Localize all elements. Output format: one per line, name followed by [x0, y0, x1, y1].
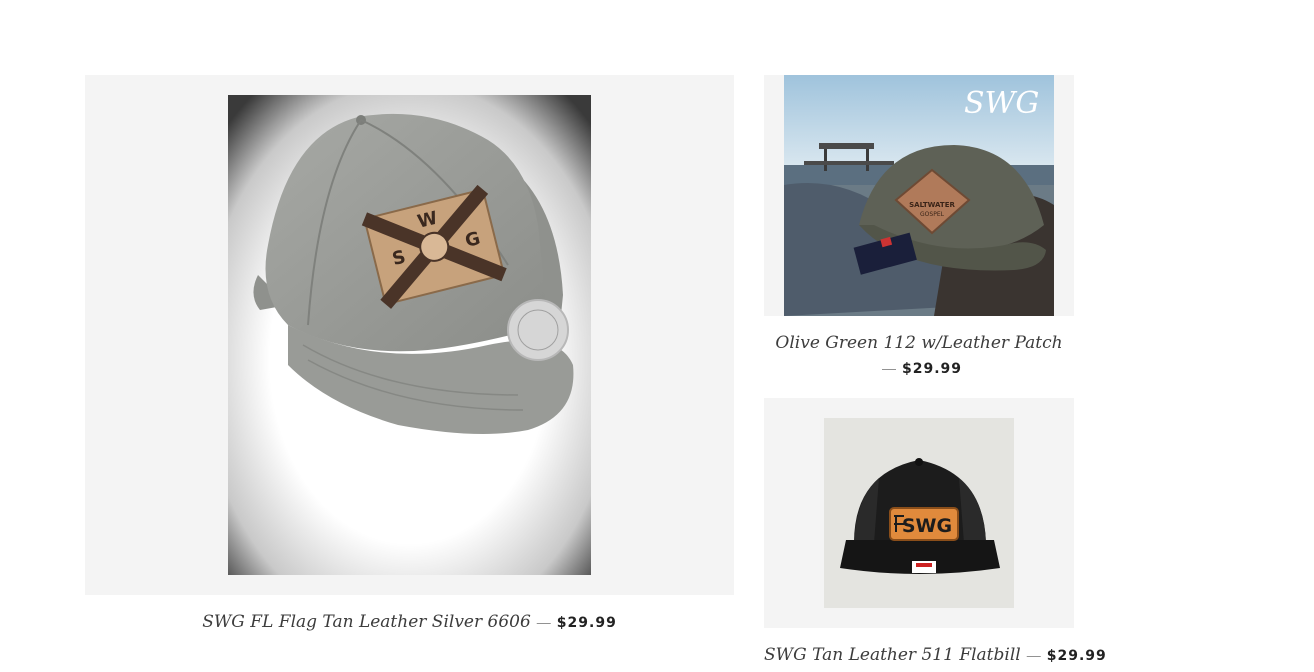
- product-card-olive-green[interactable]: SALTWATER GOSPEL SWG: [764, 75, 1074, 316]
- price-separator: —: [536, 614, 551, 630]
- product-caption-flatbill: SWG Tan Leather 511 Flatbill — $29.99: [764, 645, 1106, 665]
- product-price: $29.99: [901, 361, 963, 377]
- price-separator: —: [1026, 647, 1041, 663]
- product-title[interactable]: SWG FL Flag Tan Leather Silver 6606: [202, 612, 531, 632]
- product-caption-olive-green: Olive Green 112 w/Leather Patch — $29.99: [764, 333, 1074, 377]
- black-flatbill-icon: SWG: [824, 418, 1014, 608]
- product-price: $29.99: [556, 615, 617, 631]
- olive-cap-icon: SALTWATER GOSPEL SWG: [784, 75, 1054, 316]
- product-card-flatbill[interactable]: SWG: [764, 398, 1074, 628]
- product-caption-fl-flag: SWG FL Flag Tan Leather Silver 6606 — $29.…: [85, 612, 734, 632]
- patch-text-gospel: GOSPEL: [920, 211, 945, 218]
- product-card-fl-flag[interactable]: W S G: [85, 75, 734, 595]
- gray-cap-icon: W S G: [228, 95, 591, 575]
- patch-text-saltwater: SALTWATER: [909, 201, 955, 209]
- product-price: $29.99: [1046, 648, 1107, 664]
- watermark-logo: SWG: [964, 86, 1039, 121]
- product-image-flatbill-cap[interactable]: SWG: [824, 418, 1014, 608]
- product-title[interactable]: SWG Tan Leather 511 Flatbill: [764, 645, 1021, 665]
- product-title[interactable]: Olive Green 112 w/Leather Patch: [775, 333, 1062, 353]
- product-image-olive-cap[interactable]: SALTWATER GOSPEL SWG: [784, 75, 1054, 316]
- price-separator: —: [881, 360, 896, 376]
- product-grid: W S G SWG FL Flag Tan Leather Silver 660…: [0, 0, 1314, 672]
- product-image-fl-flag-cap[interactable]: W S G: [228, 95, 591, 575]
- patch-text-swg: SWG: [902, 515, 952, 537]
